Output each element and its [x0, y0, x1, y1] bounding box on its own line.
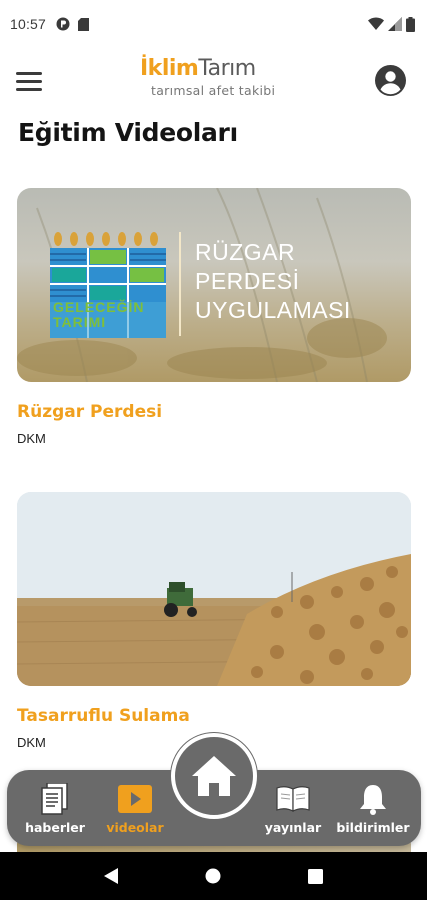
menu-button[interactable] — [14, 68, 44, 94]
system-recents-button[interactable] — [296, 856, 336, 896]
bell-icon — [333, 782, 413, 816]
video-card[interactable]: GELECEĞİN TARIMI RÜZGAR PERDESİ UYGULAMA… — [17, 188, 411, 446]
back-triangle-icon — [104, 868, 119, 884]
video-card[interactable]: Tasarruflu Sulama DKM — [17, 492, 411, 750]
hamburger-line — [16, 72, 42, 75]
video-title[interactable]: Rüzgar Perdesi — [17, 402, 411, 422]
status-notification-icons — [56, 17, 90, 31]
system-navigation-bar — [0, 852, 427, 900]
logo-wordmark: İklimTarım — [140, 56, 290, 82]
nav-item-bildirimler[interactable]: bildirimler — [333, 782, 413, 835]
nav-label: haberler — [25, 820, 85, 835]
gelecegin-tarimi-text: GELECEĞİN TARIMI — [53, 300, 144, 330]
logo-tagline: tarımsal afet takibi — [151, 83, 276, 98]
video-thumbnail[interactable] — [17, 492, 411, 686]
nav-item-videolar[interactable]: videolar — [95, 782, 175, 835]
play-icon — [95, 782, 175, 816]
caption-line-2: PERDESİ — [195, 268, 300, 294]
sd-card-icon — [78, 17, 90, 31]
caption-line-1: RÜZGAR — [195, 239, 296, 265]
video-thumbnail[interactable]: GELECEĞİN TARIMI RÜZGAR PERDESİ UYGULAMA… — [17, 188, 411, 382]
nav-label: bildirimler — [336, 820, 410, 835]
home-button[interactable] — [171, 733, 257, 819]
status-system-icons — [368, 16, 415, 32]
logo-brand-rest: Tarım — [198, 56, 256, 81]
recents-square-icon — [308, 868, 324, 884]
status-bar: 10:57 — [0, 0, 427, 48]
app-logo: İklimTarım tarımsal afet takibi — [140, 56, 290, 108]
system-back-button[interactable] — [91, 856, 131, 896]
page-title: Eğitim Videoları — [18, 118, 238, 147]
hamburger-line — [16, 88, 42, 91]
brand-line-2: TARIMI — [53, 314, 107, 330]
home-circle-icon — [205, 868, 221, 884]
nav-item-haberler[interactable]: haberler — [15, 782, 95, 835]
home-icon — [192, 756, 236, 796]
battery-icon — [406, 16, 415, 32]
signal-icon — [388, 17, 402, 31]
document-icon — [15, 782, 95, 816]
account-circle-icon — [375, 65, 406, 96]
status-time: 10:57 — [10, 16, 47, 32]
brand-line-1: GELECEĞİN — [53, 299, 145, 315]
hamburger-line — [16, 80, 42, 83]
logo-brand-highlight: İklim — [140, 56, 199, 81]
book-icon — [253, 782, 333, 816]
thumbnail-divider — [179, 232, 181, 336]
system-home-button[interactable] — [193, 856, 233, 896]
video-title[interactable]: Tasarruflu Sulama — [17, 706, 411, 726]
nav-label: yayınlar — [264, 820, 322, 835]
caption-line-3: UYGULAMASI — [195, 297, 351, 323]
app-bar: İklimTarım tarımsal afet takibi — [0, 50, 427, 112]
thumbnail-caption: RÜZGAR PERDESİ UYGULAMASI — [195, 238, 351, 325]
nav-label: videolar — [106, 820, 164, 835]
nav-item-yayinlar[interactable]: yayınlar — [253, 782, 333, 835]
field-tractor-scene — [17, 492, 411, 686]
wifi-icon — [368, 17, 384, 30]
app-notification-icon — [56, 17, 70, 31]
account-button[interactable] — [374, 64, 407, 97]
video-source: DKM — [17, 431, 46, 446]
wheat-icons — [54, 232, 158, 246]
